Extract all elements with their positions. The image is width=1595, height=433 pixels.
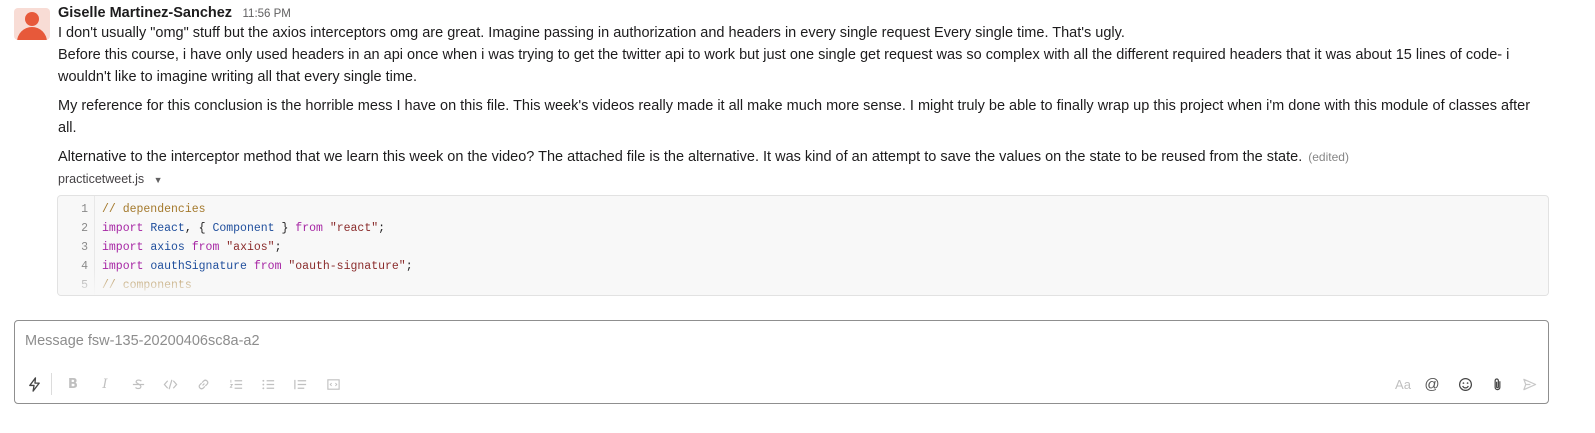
- code-token: ;: [274, 241, 282, 254]
- code-snippet[interactable]: 1 // dependencies 2 import React, { Compone…: [57, 195, 1549, 296]
- code-token: from: [295, 222, 323, 235]
- message-paragraph-3: Alternative to the interceptor method th…: [58, 146, 1548, 168]
- code-block-icon[interactable]: [324, 375, 342, 393]
- code-token: axios: [150, 241, 185, 254]
- line-number: 2: [81, 222, 88, 235]
- code-text: import React, { Component } from "react"…: [102, 219, 385, 238]
- composer-toolbar: B I Aa @: [15, 373, 1548, 397]
- code-token: , {: [184, 222, 213, 235]
- code-token: // dependencies: [102, 203, 206, 216]
- code-token: import: [102, 241, 144, 254]
- italic-icon[interactable]: I: [96, 375, 114, 393]
- line-number: 1: [81, 203, 88, 216]
- chevron-down-icon[interactable]: ▼: [154, 175, 163, 185]
- lightning-icon[interactable]: [25, 375, 43, 393]
- strikethrough-icon[interactable]: [129, 375, 147, 393]
- code-token: React: [150, 222, 185, 235]
- code-icon[interactable]: [161, 375, 179, 393]
- message-line-2: Before this course, i have only used hea…: [58, 47, 1510, 85]
- mention-button[interactable]: @: [1423, 375, 1441, 393]
- code-token: ;: [378, 222, 386, 235]
- bold-icon[interactable]: B: [64, 375, 82, 393]
- message-paragraph-2: My reference for this conclusion is the …: [58, 98, 1531, 136]
- message-composer[interactable]: B I Aa @: [14, 320, 1549, 404]
- code-line: 3 import axios from "axios";: [58, 238, 281, 257]
- message-paragraph-1: I don't usually "omg" stuff but the axio…: [58, 22, 1548, 88]
- code-text: import axios from "axios";: [102, 238, 281, 257]
- message-line-1: I don't usually "omg" stuff but the axio…: [58, 25, 1125, 41]
- line-number: 3: [81, 241, 88, 254]
- ordered-list-icon[interactable]: [227, 375, 245, 393]
- toolbar-divider: [51, 373, 52, 395]
- code-token: "react": [329, 222, 379, 235]
- code-token: from: [191, 241, 220, 254]
- code-token: Component: [212, 222, 275, 235]
- bulleted-list-icon[interactable]: [259, 375, 277, 393]
- attachment-file-name[interactable]: practicetweet.js: [58, 172, 144, 186]
- code-token: import: [102, 222, 144, 235]
- message-input[interactable]: [25, 333, 1425, 349]
- avatar-body: [17, 27, 47, 40]
- code-line: 2 import React, { Component } from "react…: [58, 219, 385, 238]
- paperclip-icon[interactable]: [1488, 375, 1506, 393]
- code-text: // dependencies: [102, 200, 206, 219]
- format-toggle-button[interactable]: Aa: [1391, 375, 1415, 393]
- emoji-icon[interactable]: [1456, 375, 1474, 393]
- link-icon[interactable]: [194, 375, 212, 393]
- code-line: 1 // dependencies: [58, 200, 205, 219]
- blockquote-icon[interactable]: [291, 375, 309, 393]
- message-header: Giselle Martinez-Sanchez 11:56 PM: [58, 4, 291, 22]
- attachment-header[interactable]: practicetweet.js ▼: [58, 172, 163, 186]
- avatar-head: [25, 12, 39, 26]
- code-fade-overlay: [58, 269, 1548, 295]
- message-paragraph-3-text: Alternative to the interceptor method th…: [58, 149, 1303, 165]
- code-token: "axios": [226, 241, 275, 254]
- avatar[interactable]: [14, 8, 50, 40]
- edited-label: (edited): [1308, 150, 1349, 164]
- message-timestamp[interactable]: 11:56 PM: [243, 8, 291, 20]
- send-icon[interactable]: [1520, 375, 1538, 393]
- author-name[interactable]: Giselle Martinez-Sanchez: [58, 5, 232, 21]
- message: Giselle Martinez-Sanchez 11:56 PM I don'…: [0, 0, 1595, 305]
- code-token: }: [274, 222, 296, 235]
